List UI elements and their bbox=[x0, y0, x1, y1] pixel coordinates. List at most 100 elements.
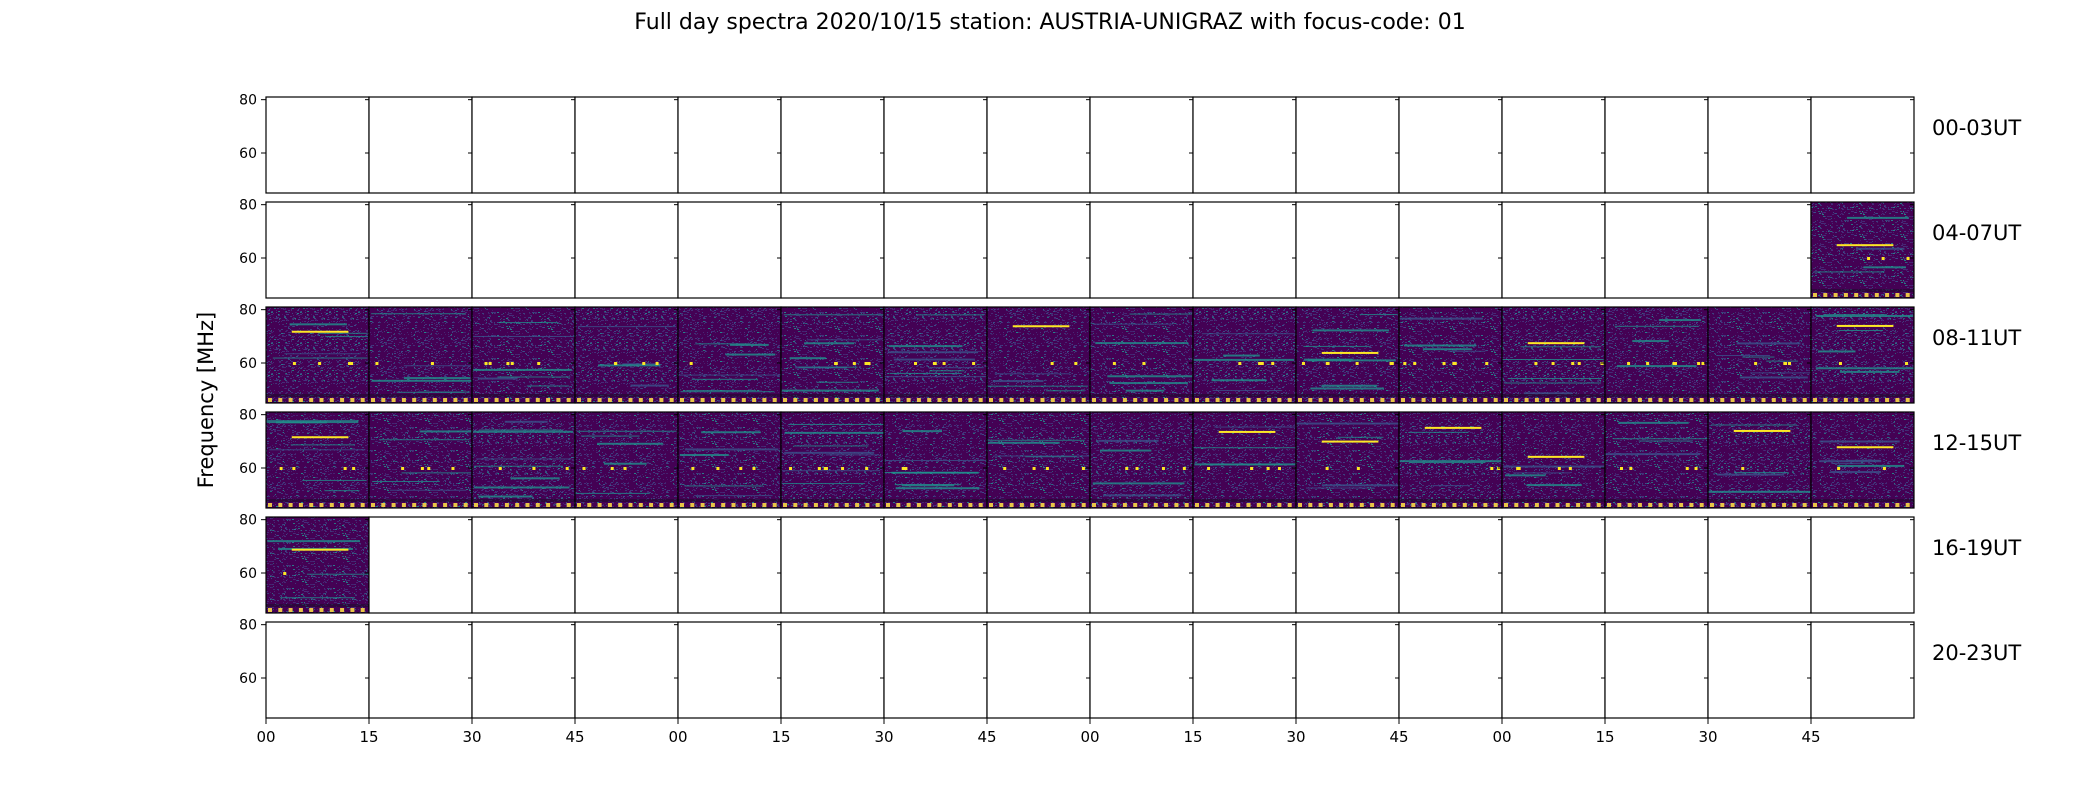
calibration-dot bbox=[535, 398, 540, 402]
spectrum-panel bbox=[265, 96, 370, 194]
emission-line bbox=[267, 540, 361, 543]
empty-panel bbox=[1605, 97, 1708, 193]
empty-panel bbox=[1708, 517, 1811, 613]
empty-panel bbox=[884, 517, 987, 613]
emission-line bbox=[1708, 490, 1811, 493]
calibration-dot bbox=[340, 608, 345, 612]
spectrum-panel bbox=[883, 306, 988, 404]
calibration-dot bbox=[443, 398, 448, 402]
calibration-dot bbox=[360, 398, 365, 402]
calibration-dot bbox=[659, 398, 664, 402]
emission-line bbox=[918, 471, 956, 473]
calibration-dot bbox=[1071, 503, 1076, 507]
calibration-dot bbox=[412, 503, 417, 507]
emission-line bbox=[498, 322, 558, 324]
emission-line bbox=[1046, 390, 1085, 392]
dark-band bbox=[472, 394, 575, 397]
spectra-chart: 80 60 00-03UT 80 60 04-07UT 80 60 08-11UT 80 60 12-… bbox=[239, 93, 2021, 746]
emission-line bbox=[474, 465, 563, 467]
calibration-dot bbox=[669, 398, 674, 402]
calibration-dot bbox=[432, 398, 437, 402]
bright-streak bbox=[1321, 440, 1379, 443]
spectrogram-image bbox=[1399, 307, 1502, 403]
emission-line bbox=[901, 484, 955, 487]
y-tick-label: 80 bbox=[239, 618, 257, 634]
dark-band bbox=[1502, 499, 1605, 502]
calibration-dot bbox=[875, 503, 880, 507]
spectrum-panel bbox=[471, 201, 576, 299]
emission-line bbox=[701, 431, 761, 434]
emission-line bbox=[1422, 348, 1472, 351]
dark-band bbox=[1193, 499, 1296, 502]
spectrum-panel bbox=[883, 621, 988, 719]
interference-dot bbox=[1741, 467, 1745, 470]
spectrogram-image bbox=[781, 412, 884, 508]
bright-streak bbox=[1527, 455, 1585, 458]
emission-line bbox=[893, 358, 975, 361]
calibration-dot bbox=[1483, 398, 1488, 402]
emission-line bbox=[729, 343, 769, 346]
calibration-dot bbox=[1349, 503, 1354, 507]
row-time-label: 04-07UT bbox=[1932, 221, 2021, 245]
calibration-dot bbox=[865, 503, 870, 507]
spectrum-panel bbox=[368, 201, 473, 299]
empty-panel bbox=[1193, 202, 1296, 298]
spectrogram-image bbox=[472, 412, 575, 508]
calibration-dot bbox=[1030, 503, 1035, 507]
emission-line bbox=[1201, 333, 1296, 335]
calibration-dot bbox=[329, 398, 334, 402]
calibration-dot bbox=[350, 398, 355, 402]
calibration-dot bbox=[916, 503, 921, 507]
calibration-dot bbox=[1359, 503, 1364, 507]
spectrum-panel bbox=[986, 201, 1091, 299]
calibration-dot bbox=[607, 503, 612, 507]
empty-panel bbox=[884, 202, 987, 298]
calibration-dot bbox=[1658, 398, 1663, 402]
calibration-dot bbox=[638, 398, 643, 402]
spectrogram-image bbox=[575, 307, 678, 403]
calibration-dot bbox=[1504, 398, 1508, 402]
spectrogram-image bbox=[266, 412, 369, 508]
calibration-dot bbox=[1895, 293, 1900, 297]
calibration-dot bbox=[813, 398, 818, 402]
calibration-dot bbox=[1205, 398, 1210, 402]
empty-panel bbox=[369, 202, 472, 298]
calibration-dot bbox=[391, 398, 396, 402]
spectrum-panel bbox=[986, 306, 1091, 404]
interference-dot bbox=[292, 362, 296, 365]
calibration-dot bbox=[1864, 293, 1869, 297]
emission-line bbox=[473, 335, 575, 337]
bright-streak bbox=[1424, 426, 1482, 429]
spectrum-panel bbox=[1398, 201, 1503, 299]
interference-dot bbox=[1571, 362, 1575, 365]
calibration-dot bbox=[1813, 503, 1817, 507]
empty-panel bbox=[1708, 622, 1811, 718]
interference-dot bbox=[739, 467, 743, 470]
dark-band bbox=[1193, 394, 1296, 397]
calibration-dot bbox=[1813, 293, 1817, 297]
emission-line bbox=[318, 332, 368, 334]
empty-panel bbox=[1296, 517, 1399, 613]
emission-line bbox=[887, 351, 978, 354]
calibration-dot bbox=[834, 503, 839, 507]
calibration-dot bbox=[1174, 503, 1179, 507]
interference-dot bbox=[1355, 362, 1359, 365]
y-tick-label: 60 bbox=[239, 461, 257, 477]
row-time-label: 00-03UT bbox=[1932, 116, 2021, 140]
interference-dot bbox=[1301, 362, 1305, 365]
empty-panel bbox=[1399, 517, 1502, 613]
emission-line bbox=[1214, 426, 1296, 428]
emission-line bbox=[992, 380, 1044, 383]
interference-dot bbox=[689, 362, 693, 365]
spectrum-panel bbox=[574, 411, 679, 509]
interference-dot bbox=[752, 467, 756, 470]
interference-dot bbox=[401, 467, 405, 470]
dark-band bbox=[781, 499, 884, 502]
spectrum-panel bbox=[883, 411, 988, 509]
dark-band bbox=[1399, 499, 1502, 502]
interference-dot bbox=[1271, 362, 1275, 365]
calibration-dot bbox=[1287, 503, 1292, 507]
emission-line bbox=[1502, 358, 1604, 360]
interference-dot bbox=[610, 467, 614, 470]
spectrum-panel bbox=[265, 516, 370, 614]
